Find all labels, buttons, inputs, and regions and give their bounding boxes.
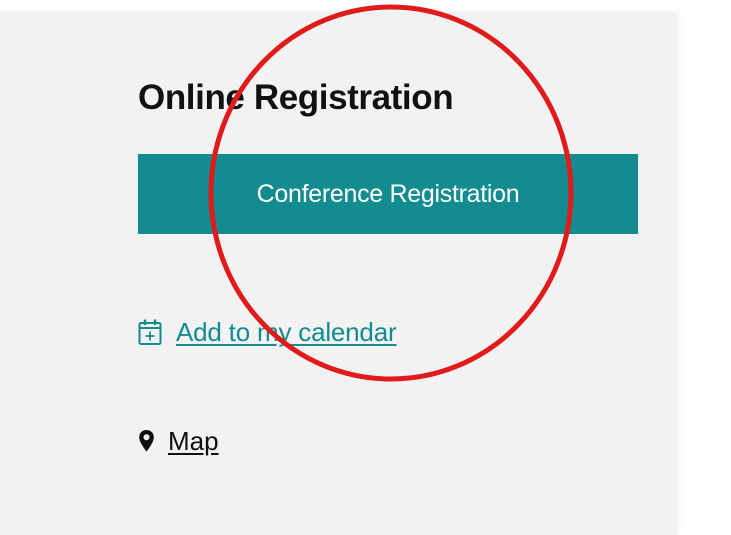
map-pin-icon [139, 430, 154, 452]
conference-registration-label: Conference Registration [256, 179, 520, 208]
registration-sidebar: Online Registration Conference Registrat… [0, 14, 678, 535]
section-title: Online Registration [138, 78, 454, 117]
add-to-calendar-label: Add to my calendar [176, 316, 397, 347]
map-link[interactable]: Map [138, 424, 219, 458]
conference-registration-button[interactable]: Conference Registration [138, 154, 638, 234]
map-label: Map [168, 425, 219, 456]
calendar-add-icon [138, 319, 162, 345]
add-to-calendar-link[interactable]: Add to my calendar [138, 314, 397, 350]
